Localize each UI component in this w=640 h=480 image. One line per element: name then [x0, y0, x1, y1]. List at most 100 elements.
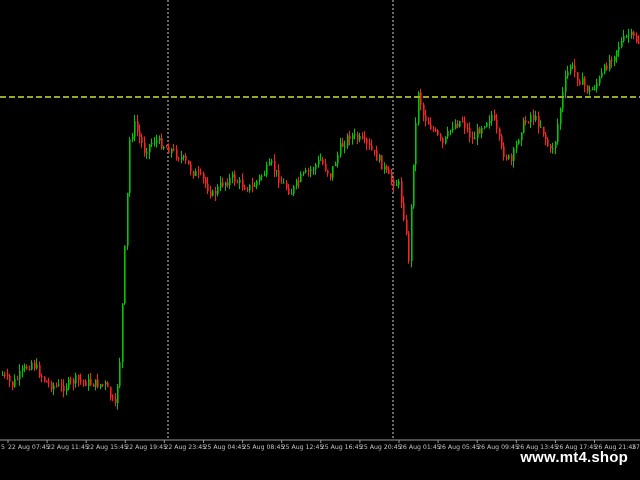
- candle-body: [93, 384, 95, 387]
- candle-body: [259, 176, 261, 182]
- candle-body: [261, 175, 263, 177]
- candle-body: [362, 135, 364, 138]
- candle-body: [354, 134, 356, 136]
- candle-body: [530, 115, 532, 123]
- candle-body: [154, 142, 156, 144]
- candle-body: [352, 135, 354, 140]
- candle-body: [401, 181, 403, 203]
- candle-body: [388, 169, 390, 174]
- candle-body: [455, 123, 457, 129]
- tick-label-fragment-start: 5: [1, 444, 5, 451]
- candle-body: [112, 397, 114, 399]
- candle-body: [381, 155, 383, 170]
- tick-label: 22 Aug 15:45: [86, 444, 128, 451]
- candle-body: [313, 169, 315, 171]
- candle-body: [17, 379, 19, 381]
- candle-body: [66, 387, 68, 392]
- candle-body: [325, 163, 327, 171]
- candle-body: [442, 137, 444, 144]
- candle-body: [447, 130, 449, 137]
- candle-body: [127, 193, 129, 246]
- candle-body: [511, 155, 513, 161]
- candle: [411, 204, 413, 268]
- candle-body: [249, 184, 251, 191]
- candle-body: [198, 171, 200, 173]
- candle-body: [119, 362, 121, 387]
- candle-body: [200, 172, 202, 174]
- candle-body: [320, 159, 322, 161]
- candle-body: [391, 173, 393, 181]
- candle-body: [587, 85, 589, 92]
- candle-body: [26, 366, 28, 369]
- candle-body: [425, 115, 427, 122]
- candle-body: [310, 169, 312, 172]
- candle-body: [183, 155, 185, 158]
- candle-body: [83, 380, 85, 382]
- candle-body: [364, 137, 366, 139]
- candle-body: [562, 91, 564, 109]
- price-chart: 5 22 Aug 07:4522 Aug 11:4522 Aug 15:4522 …: [0, 0, 640, 480]
- candle-body: [110, 387, 112, 398]
- candle-body: [293, 186, 295, 194]
- candle-body: [73, 379, 75, 384]
- candle-body: [105, 382, 107, 385]
- candle-body: [506, 157, 508, 159]
- candle-body: [296, 180, 298, 186]
- candle-body: [538, 116, 540, 127]
- candle: [459, 120, 461, 128]
- candle-body: [144, 142, 146, 153]
- candle-body: [638, 41, 640, 44]
- candle-body: [494, 114, 496, 120]
- candle-body: [327, 170, 329, 174]
- candle-body: [244, 187, 246, 190]
- candle-body: [117, 386, 119, 404]
- candle-body: [171, 149, 173, 154]
- candle-body: [286, 182, 288, 189]
- candle: [415, 117, 417, 172]
- candle-body: [616, 50, 618, 57]
- candle: [127, 192, 129, 250]
- candle-body: [369, 143, 371, 146]
- tick-label: 25 Aug 20:45: [360, 444, 402, 451]
- candle-body: [557, 124, 559, 142]
- candle-body: [247, 189, 249, 191]
- candle-body: [36, 364, 38, 369]
- candle-body: [315, 164, 317, 170]
- candle-body: [596, 83, 598, 89]
- candle-body: [48, 382, 50, 384]
- candle-body: [621, 41, 623, 47]
- tick-label: 22 Aug 19:45: [125, 444, 167, 451]
- candle-body: [472, 137, 474, 139]
- candle-body: [322, 159, 324, 164]
- candle-body: [567, 71, 569, 76]
- candle-body: [545, 134, 547, 140]
- candle-body: [256, 181, 258, 186]
- candle-body: [513, 148, 515, 161]
- candle-body: [300, 173, 302, 182]
- candle-body: [278, 170, 280, 183]
- candle-body: [604, 65, 606, 73]
- candle-body: [518, 140, 520, 144]
- candle-body: [501, 136, 503, 147]
- candle-body: [193, 171, 195, 176]
- candle-body: [479, 128, 481, 134]
- candle-body: [7, 374, 9, 376]
- candle-body: [599, 77, 601, 84]
- candle-body: [420, 92, 422, 105]
- candle-body: [163, 146, 165, 149]
- candle-body: [601, 72, 603, 78]
- candle-body: [176, 149, 178, 158]
- candle-body: [467, 127, 469, 129]
- candle-body: [90, 379, 92, 385]
- candle-body: [376, 150, 378, 161]
- candle-body: [58, 384, 60, 386]
- candle-body: [9, 375, 11, 382]
- candle: [119, 357, 121, 389]
- tick-label: 25 Aug 12:45: [282, 444, 324, 451]
- candle-body: [70, 379, 72, 381]
- candle: [381, 155, 383, 170]
- candle-body: [435, 129, 437, 131]
- candle-body: [181, 157, 183, 160]
- candle-body: [146, 152, 148, 154]
- candle: [408, 230, 410, 264]
